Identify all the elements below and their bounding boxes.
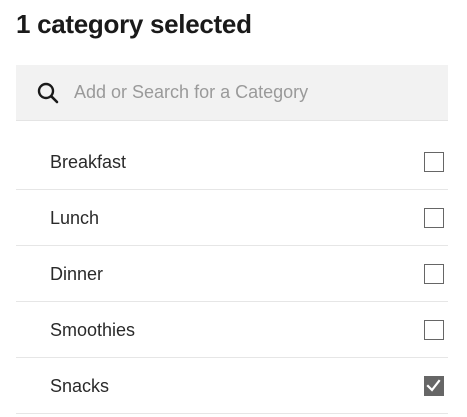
category-list: Breakfast Lunch Dinner Smoothies Snacks — [16, 134, 448, 414]
list-item-dinner[interactable]: Dinner — [16, 246, 448, 302]
checkbox-snacks[interactable] — [424, 376, 444, 396]
checkbox-smoothies[interactable] — [424, 320, 444, 340]
list-item-breakfast[interactable]: Breakfast — [16, 134, 448, 190]
search-input[interactable] — [74, 65, 434, 120]
search-bar — [16, 65, 448, 121]
list-item-label: Smoothies — [50, 320, 136, 340]
search-icon — [36, 81, 60, 105]
list-item-lunch[interactable]: Lunch — [16, 190, 448, 246]
list-item-smoothies[interactable]: Smoothies — [16, 302, 448, 358]
checkbox-lunch[interactable] — [424, 208, 444, 228]
checkmark-icon — [425, 377, 442, 394]
checkbox-breakfast[interactable] — [424, 152, 444, 172]
checkbox-dinner[interactable] — [424, 264, 444, 284]
list-item-label: Snacks — [50, 376, 110, 396]
list-item-label: Dinner — [50, 264, 104, 284]
page-title: 1 category selected — [16, 9, 252, 39]
list-item-label: Lunch — [50, 208, 100, 228]
list-item-snacks[interactable]: Snacks — [16, 358, 448, 414]
list-item-label: Breakfast — [50, 152, 127, 172]
